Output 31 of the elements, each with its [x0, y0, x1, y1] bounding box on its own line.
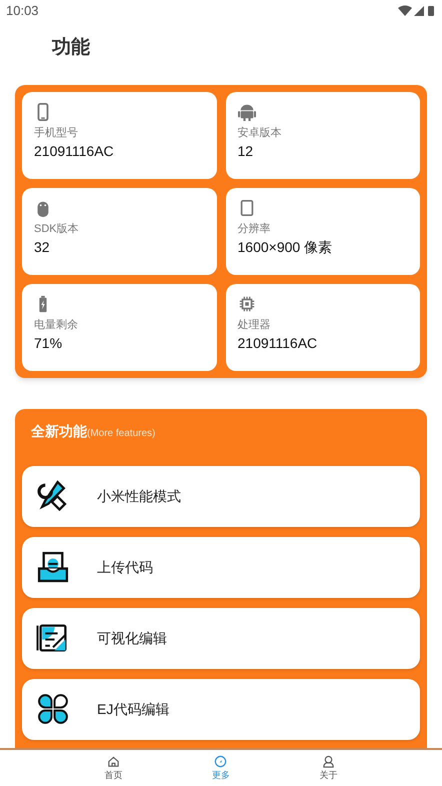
info-label: 电量剩余	[34, 318, 79, 332]
info-value: 71%	[34, 334, 64, 353]
feature-item[interactable]: 可视化编辑	[22, 608, 420, 668]
person-icon	[322, 755, 335, 768]
info-value: 21091116AC	[34, 142, 115, 161]
robot-icon	[238, 102, 256, 120]
info-label: 分辨率	[238, 222, 272, 236]
info-label: SDK版本	[34, 222, 80, 236]
document-tray-icon	[36, 550, 70, 584]
nav-tab[interactable]: 关于	[303, 750, 354, 786]
feature-item[interactable]: EJ代码编辑	[22, 678, 420, 740]
nav-tab[interactable]: 更多	[196, 750, 246, 786]
feature-item[interactable]: 小米性能模式	[22, 466, 420, 526]
feature-item[interactable]: 上传代码	[22, 536, 420, 598]
info-label: 手机型号	[34, 126, 79, 140]
petal-grid-icon	[36, 692, 70, 726]
info-value: 21091116AC	[238, 334, 318, 353]
status-time: 10:03	[6, 2, 39, 20]
status-icons	[398, 5, 436, 17]
nav-tab[interactable]: 首页	[88, 750, 139, 786]
page-title: 功能	[52, 37, 90, 58]
info-label: 处理器	[238, 318, 272, 332]
info-value: 1600×900 像素	[238, 238, 334, 257]
info-label: 安卓版本	[238, 126, 282, 140]
home-icon	[107, 755, 120, 768]
info-value: 12	[238, 142, 254, 161]
info-value: 32	[34, 238, 51, 257]
compass-icon	[214, 755, 228, 768]
section-subtitle: (More features)	[87, 426, 156, 440]
chip-icon	[238, 294, 256, 312]
section-title: 全新功能	[31, 422, 87, 440]
